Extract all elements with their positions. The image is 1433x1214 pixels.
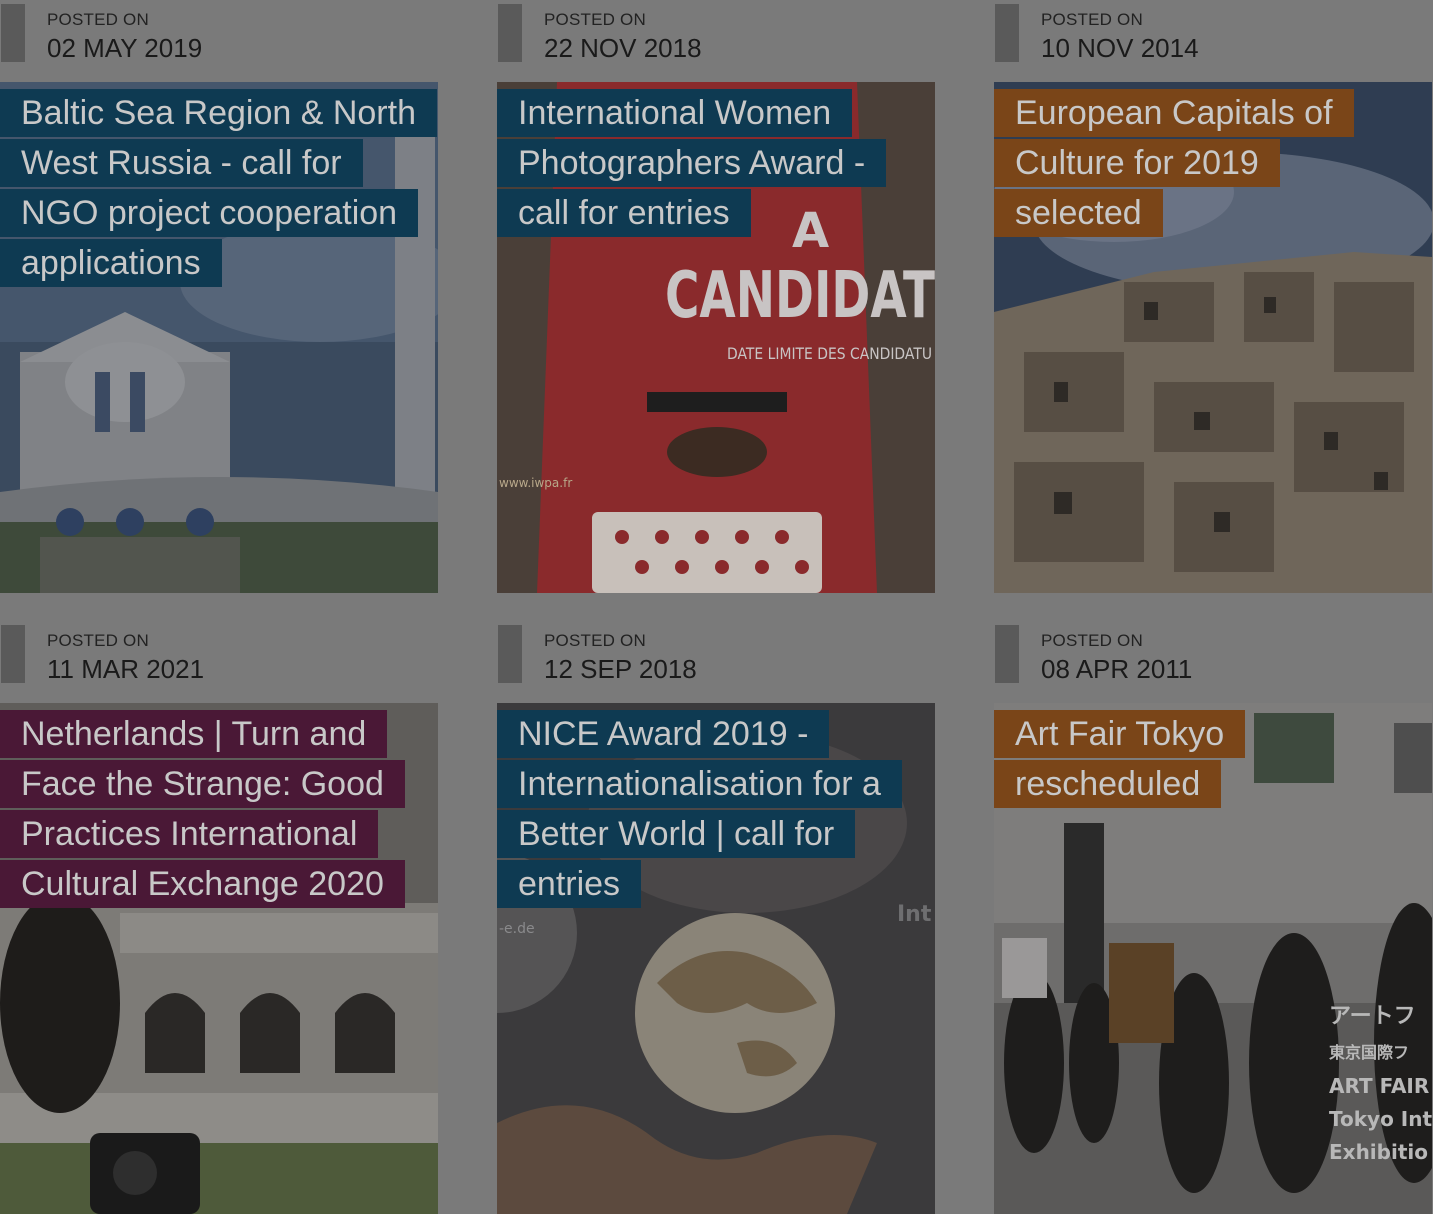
posted-on-label: POSTED ON xyxy=(544,10,646,29)
poster-url-text: www.iwpa.fr xyxy=(499,476,572,490)
post-title[interactable]: Netherlands | Turn and Face the Strange:… xyxy=(0,709,420,909)
posted-on-label: POSTED ON xyxy=(1041,631,1143,650)
post-meta: POSTED ON 12 SEP 2018 xyxy=(497,621,935,703)
image-domain-text: -e.de xyxy=(499,921,535,937)
image-en-text-2: Tokyo Int xyxy=(1329,1107,1432,1131)
post-meta: POSTED ON 08 APR 2011 xyxy=(994,621,1432,703)
post-card[interactable]: POSTED ON 02 MAY 2019 Baltic Sea Region … xyxy=(0,0,438,593)
poster-candidate-text: CANDIDAT xyxy=(665,259,935,333)
date-bar xyxy=(995,625,1019,683)
date-bar xyxy=(1,625,25,683)
posted-on-label: POSTED ON xyxy=(47,10,149,29)
post-thumbnail[interactable]: Baltic Sea Region & North West Russia - … xyxy=(0,82,438,593)
posted-on-label: POSTED ON xyxy=(544,631,646,650)
post-meta: POSTED ON 10 NOV 2014 xyxy=(994,0,1432,82)
date-bar xyxy=(498,4,522,62)
post-thumbnail[interactable]: Int -e.de NICE Award 2019 - Internationa… xyxy=(497,703,935,1214)
posts-grid: POSTED ON 02 MAY 2019 Baltic Sea Region … xyxy=(0,0,1433,1214)
post-meta: POSTED ON 11 MAR 2021 xyxy=(0,621,438,703)
post-card[interactable]: POSTED ON 12 SEP 2018 Int -e.de NICE Awa… xyxy=(497,621,935,1214)
post-title[interactable]: NICE Award 2019 - Internationalisation f… xyxy=(497,709,917,909)
date-bar xyxy=(498,625,522,683)
post-thumbnail[interactable]: Netherlands | Turn and Face the Strange:… xyxy=(0,703,438,1214)
post-date: 12 SEP 2018 xyxy=(544,654,697,684)
post-date: 11 MAR 2021 xyxy=(47,654,205,684)
post-date: 22 NOV 2018 xyxy=(544,33,702,63)
post-title[interactable]: International Women Photographers Award … xyxy=(497,88,917,238)
posted-on-label: POSTED ON xyxy=(1041,10,1143,29)
poster-deadline-text: DATE LIMITE DES CANDIDATU xyxy=(727,344,932,363)
post-card[interactable]: POSTED ON 10 NOV 2014 European Capitals … xyxy=(994,0,1432,593)
post-thumbnail[interactable]: A CANDIDAT DATE LIMITE DES CANDIDATU www… xyxy=(497,82,935,593)
post-meta: POSTED ON 22 NOV 2018 xyxy=(497,0,935,82)
post-meta: POSTED ON 02 MAY 2019 xyxy=(0,0,438,82)
image-jp-text-2: 東京国際フ xyxy=(1329,1043,1409,1062)
post-title[interactable]: Baltic Sea Region & North West Russia - … xyxy=(0,88,437,288)
image-jp-text-1: アートフ xyxy=(1329,1004,1416,1029)
post-title[interactable]: Art Fair Tokyo rescheduled xyxy=(994,709,1414,809)
post-thumbnail[interactable]: European Capitals of Culture for 2019 se… xyxy=(994,82,1432,593)
image-en-text-3: Exhibitio xyxy=(1329,1140,1428,1164)
date-bar xyxy=(995,4,1019,62)
post-card[interactable]: POSTED ON 22 NOV 2018 A CANDIDAT DATE LI… xyxy=(497,0,935,593)
posted-on-label: POSTED ON xyxy=(47,631,149,650)
date-bar xyxy=(1,4,25,62)
post-card[interactable]: POSTED ON 11 MAR 2021 Netherlands | Turn xyxy=(0,621,438,1214)
post-card[interactable]: POSTED ON 08 APR 2011 アートフ 東京国際フ ART FAI… xyxy=(994,621,1432,1214)
post-date: 10 NOV 2014 xyxy=(1041,33,1199,63)
post-title[interactable]: European Capitals of Culture for 2019 se… xyxy=(994,88,1414,238)
post-thumbnail[interactable]: アートフ 東京国際フ ART FAIR Tokyo Int Exhibitio … xyxy=(994,703,1432,1214)
image-en-text-1: ART FAIR xyxy=(1329,1074,1429,1098)
post-date: 08 APR 2011 xyxy=(1041,654,1193,684)
post-date: 02 MAY 2019 xyxy=(47,33,203,63)
